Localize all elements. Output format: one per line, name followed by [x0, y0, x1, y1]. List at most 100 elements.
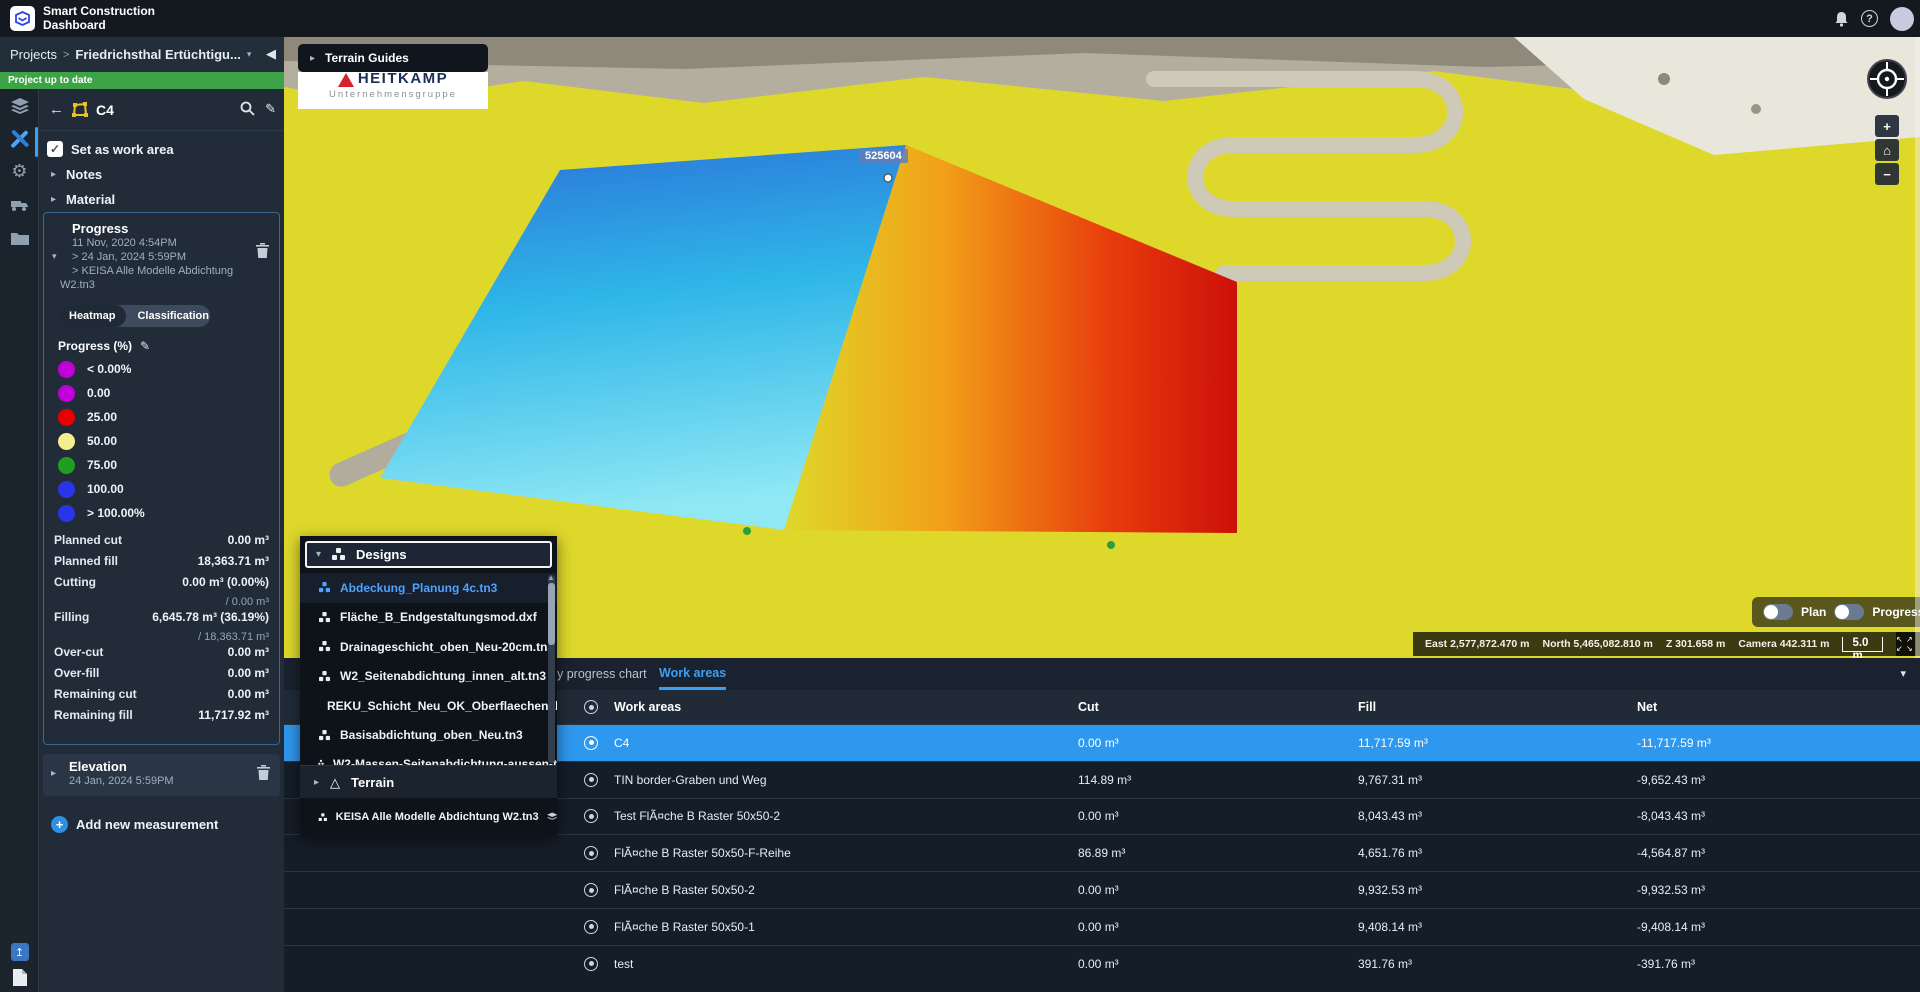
designs-dropdown-header[interactable]: ▾ Designs	[305, 541, 552, 568]
measure-tools-icon	[10, 129, 29, 148]
progress-measurement-card: ▾ Progress 11 Nov, 2020 4:54PM > 24 Jan,…	[43, 212, 280, 745]
document-icon[interactable]	[13, 969, 27, 986]
user-avatar[interactable]	[1890, 7, 1914, 31]
design-item[interactable]: W2_Seitenabdichtung_innen_alt.tn3	[300, 662, 557, 692]
sidebar: Projects > Friedrichsthal Ertüchtigu... …	[0, 37, 284, 992]
stat-subvalue: / 0.00 m³	[226, 596, 269, 608]
terrain-guides-button[interactable]: ▸ Terrain Guides	[298, 44, 488, 72]
stat-label: Planned fill	[54, 554, 118, 568]
visibility-eye-icon[interactable]	[584, 809, 598, 823]
collapse-panel-chevron-icon[interactable]: ▾	[1900, 667, 1906, 680]
tab-heatmap[interactable]: Heatmap	[58, 305, 126, 327]
designs-scrollbar[interactable]: ▲	[548, 575, 555, 763]
toggle-all-visibility-eye-icon[interactable]	[584, 700, 598, 714]
visibility-eye-icon[interactable]	[584, 920, 598, 934]
design-cube-icon	[318, 641, 331, 652]
help-button[interactable]: ?	[1861, 10, 1878, 27]
row-fill: 11,717.59 m³	[1358, 725, 1428, 761]
app-logo[interactable]	[10, 6, 35, 31]
caret-down-icon[interactable]: ▾	[52, 251, 57, 262]
export-button[interactable]: ↥	[11, 943, 29, 961]
design-item[interactable]: Abdeckung_Planung 4c.tn3	[300, 573, 557, 603]
rail-measure-tools-button[interactable]	[0, 122, 39, 155]
rail-layers-button[interactable]	[0, 89, 39, 122]
heitkamp-logo-text: HEITKAMP	[358, 72, 448, 87]
column-net: Net	[1637, 690, 1657, 724]
home-view-button[interactable]: ⌂	[1875, 139, 1899, 161]
terrain-section-row[interactable]: ▸ △ Terrain	[300, 765, 557, 798]
back-button[interactable]: ←	[49, 101, 64, 118]
arrow-nw-icon: ↖	[1896, 635, 1906, 644]
design-item[interactable]: Drainageschicht_oben_Neu-20cm.tn3	[300, 632, 557, 662]
compass-control[interactable]	[1866, 58, 1908, 100]
zoom-out-button[interactable]: −	[1875, 163, 1899, 185]
row-net: -4,564.87 m³	[1637, 835, 1705, 871]
legend-item: 100.00	[58, 477, 269, 501]
selected-model-row[interactable]: KEISA Alle Modelle Abdichtung W2.tn3	[300, 798, 557, 836]
elevation-title: Elevation	[69, 759, 270, 774]
design-item[interactable]: REKU_Schicht_Neu_OK_Oberflaechenabdicht	[300, 691, 557, 721]
tab-work-areas[interactable]: Work areas	[659, 658, 726, 690]
fullscreen-expand-button[interactable]: ↖ ↗ ↙ ↘	[1896, 632, 1916, 656]
delete-elevation-icon[interactable]	[257, 765, 270, 780]
camera-height: Camera 442.311 m	[1738, 638, 1829, 650]
rail-files-button[interactable]	[0, 221, 39, 254]
edit-legend-pencil-icon[interactable]: ✎	[140, 339, 150, 353]
notes-label: Notes	[66, 167, 102, 182]
stat-label: Cutting	[54, 575, 96, 589]
set-work-area-row[interactable]: ✓ Set as work area	[47, 141, 174, 157]
visibility-eye-icon[interactable]	[584, 736, 598, 750]
designs-scrollbar-thumb[interactable]	[548, 583, 555, 645]
delete-measurement-icon[interactable]	[256, 243, 269, 258]
table-row[interactable]: FlÃ¤che B Raster 50x50-1 0.00 m³ 9,408.1…	[284, 908, 1920, 945]
visibility-eye-icon[interactable]	[584, 883, 598, 897]
breadcrumb: Projects > Friedrichsthal Ertüchtigu... …	[0, 37, 284, 72]
plus-icon: +	[51, 816, 68, 833]
tab-progress-chart[interactable]: y progress chart	[557, 658, 647, 690]
design-item[interactable]: Fläche_B_Endgestaltungsmod.dxf	[300, 603, 557, 633]
visibility-eye-icon[interactable]	[584, 773, 598, 787]
elevation-measurement-card[interactable]: ▸ Elevation 24 Jan, 2024 5:59PM	[43, 754, 280, 796]
elevation-marker-label[interactable]: 525604	[859, 149, 908, 163]
collapse-sidebar-icon[interactable]: ◀	[266, 46, 276, 62]
table-row[interactable]: FlÃ¤che B Raster 50x50-F-Reihe 86.89 m³ …	[284, 834, 1920, 871]
breadcrumb-projects[interactable]: Projects	[10, 47, 57, 62]
row-name: Test FlÃ¤che B Raster 50x50-2	[614, 799, 780, 835]
work-area-checkbox[interactable]: ✓	[47, 141, 63, 157]
notifications-bell-icon[interactable]	[1834, 11, 1849, 27]
edit-pencil-icon[interactable]: ✎	[265, 101, 276, 117]
visibility-eye-icon[interactable]	[584, 846, 598, 860]
legend-label: 25.00	[87, 410, 117, 424]
layers-stack-icon[interactable]	[547, 811, 557, 823]
design-item[interactable]: Basisabdichtung_oben_Neu.tn3	[300, 721, 557, 751]
tab-classification[interactable]: Classification	[126, 305, 220, 327]
search-icon[interactable]	[240, 101, 255, 116]
visibility-eye-icon[interactable]	[584, 957, 598, 971]
rail-machines-button[interactable]	[0, 188, 39, 221]
progress-model-line2: W2.tn3	[60, 278, 269, 292]
row-cut: 0.00 m³	[1078, 725, 1119, 761]
add-measurement-button[interactable]: + Add new measurement	[51, 816, 218, 833]
zoom-in-button[interactable]: +	[1875, 115, 1899, 137]
breadcrumb-project-name[interactable]: Friedrichsthal Ertüchtigu...	[75, 47, 240, 62]
designs-cubes-icon	[331, 548, 346, 561]
project-dropdown-caret-icon[interactable]: ▾	[247, 49, 252, 60]
table-row[interactable]: test 0.00 m³ 391.76 m³ -391.76 m³	[284, 945, 1920, 982]
row-net: -11,717.59 m³	[1637, 725, 1711, 761]
elevation-date: 24 Jan, 2024 5:59PM	[69, 774, 270, 788]
table-row[interactable]: FlÃ¤che B Raster 50x50-2 0.00 m³ 9,932.5…	[284, 871, 1920, 908]
row-cut: 86.89 m³	[1078, 835, 1125, 871]
rail-settings-button[interactable]: ⚙	[0, 155, 39, 188]
material-section-toggle[interactable]: ▸ Material	[51, 192, 115, 207]
plan-toggle[interactable]	[1763, 604, 1793, 620]
design-item[interactable]: W2-Massen-Seitenabdichtung-aussen-t	[300, 750, 557, 765]
page-scrollbar[interactable]	[1915, 37, 1920, 658]
design-cube-icon	[318, 730, 331, 741]
stat-value: 18,363.71 m³	[198, 554, 269, 568]
gear-icon: ⚙	[11, 161, 27, 182]
notes-section-toggle[interactable]: ▸ Notes	[51, 167, 102, 182]
z-coordinate: Z 301.658 m	[1666, 638, 1726, 650]
legend-item: > 100.00%	[58, 501, 269, 525]
progress-toggle[interactable]	[1834, 604, 1864, 620]
icon-rail: ⚙ ↥	[0, 89, 39, 992]
